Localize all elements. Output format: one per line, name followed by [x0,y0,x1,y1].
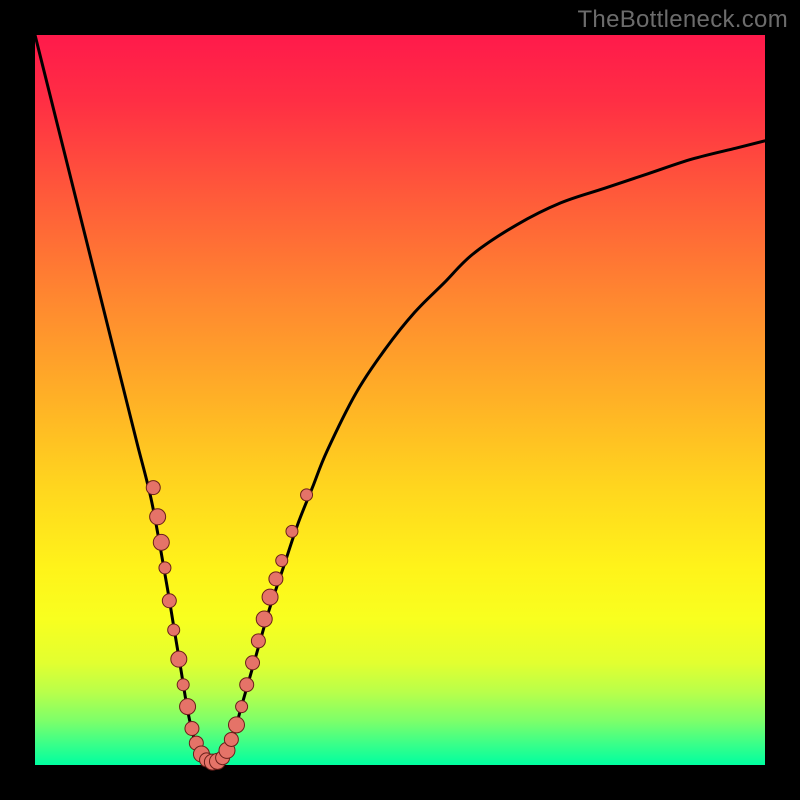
watermark-text: TheBottleneck.com [577,6,788,34]
chart-svg [35,35,765,765]
data-dot [276,555,288,567]
data-dot [159,562,171,574]
data-dot [162,594,176,608]
bottleneck-curve [35,35,765,766]
data-dot [236,701,248,713]
data-dot [180,699,196,715]
data-dot [171,651,187,667]
data-dot [269,572,283,586]
data-dot [228,717,244,733]
data-dot [150,509,166,525]
data-dot [301,489,313,501]
data-dot [153,534,169,550]
chart-plot-area [35,35,765,765]
data-dot [240,678,254,692]
chart-frame: TheBottleneck.com [0,0,800,800]
data-dot [262,589,278,605]
data-dot [224,732,238,746]
data-dot [177,679,189,691]
data-dot [256,611,272,627]
data-dot [146,481,160,495]
data-dot [251,634,265,648]
data-dot [246,656,260,670]
data-dot [185,722,199,736]
data-dot [168,624,180,636]
data-dots [146,481,312,770]
data-dot [286,525,298,537]
